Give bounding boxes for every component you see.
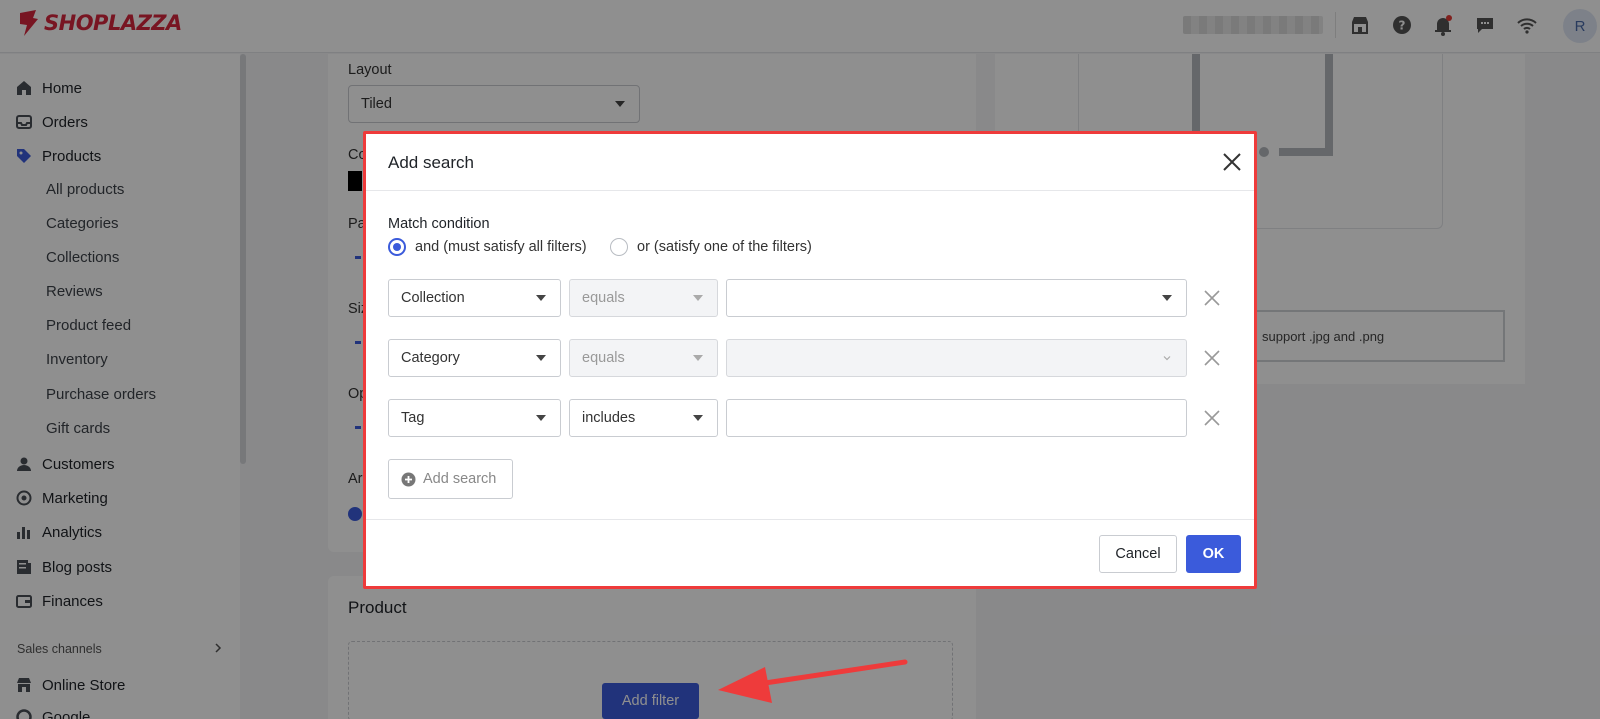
caret-down-icon — [536, 415, 546, 421]
remove-filter-icon[interactable] — [1203, 409, 1221, 427]
filter-field-value: Collection — [401, 290, 465, 306]
add-search-button[interactable]: Add search — [388, 459, 513, 499]
add-search-label: Add search — [423, 471, 497, 487]
filter-field-select[interactable]: Collection — [388, 279, 561, 317]
filter-operator-select[interactable]: includes — [569, 399, 718, 437]
radio-and-label: and (must satisfy all filters) — [415, 239, 587, 255]
caret-down-icon — [693, 295, 703, 301]
filter-field-value: Tag — [401, 410, 425, 426]
filter-field-select[interactable]: Category — [388, 339, 561, 377]
cancel-button[interactable]: Cancel — [1099, 535, 1177, 573]
filter-operator-select[interactable]: equals — [569, 339, 718, 377]
radio-and[interactable]: and (must satisfy all filters) — [388, 238, 587, 256]
remove-filter-icon[interactable] — [1203, 289, 1221, 307]
filter-field-value: Category — [401, 350, 460, 366]
chevron-down-icon — [1163, 356, 1171, 361]
filter-value-select[interactable] — [726, 279, 1187, 317]
add-search-modal: Add search Match condition and (must sat… — [363, 131, 1257, 589]
filter-field-select[interactable]: Tag — [388, 399, 561, 437]
radio-or-indicator[interactable] — [610, 238, 628, 256]
caret-down-icon — [693, 355, 703, 361]
plus-circle-icon — [401, 472, 416, 486]
filter-value-select[interactable] — [726, 339, 1187, 377]
radio-or[interactable]: or (satisfy one of the filters) — [610, 238, 812, 256]
filter-operator-value: equals — [582, 290, 625, 306]
caret-down-icon — [536, 295, 546, 301]
caret-down-icon — [536, 355, 546, 361]
modal-title: Add search — [388, 153, 474, 172]
modal-header: Add search — [366, 134, 1254, 191]
radio-and-indicator[interactable] — [388, 238, 406, 256]
remove-filter-icon[interactable] — [1203, 349, 1221, 367]
caret-down-icon — [1162, 295, 1172, 301]
filter-operator-value: equals — [582, 350, 625, 366]
tag-value-input[interactable] — [726, 399, 1187, 437]
filter-operator-value: includes — [582, 410, 636, 426]
close-icon[interactable] — [1221, 151, 1243, 173]
ok-button[interactable]: OK — [1186, 535, 1241, 573]
filter-operator-select[interactable]: equals — [569, 279, 718, 317]
caret-down-icon — [693, 415, 703, 421]
modal-footer-divider — [366, 519, 1254, 520]
match-condition-label: Match condition — [388, 216, 490, 232]
radio-or-label: or (satisfy one of the filters) — [637, 239, 812, 255]
